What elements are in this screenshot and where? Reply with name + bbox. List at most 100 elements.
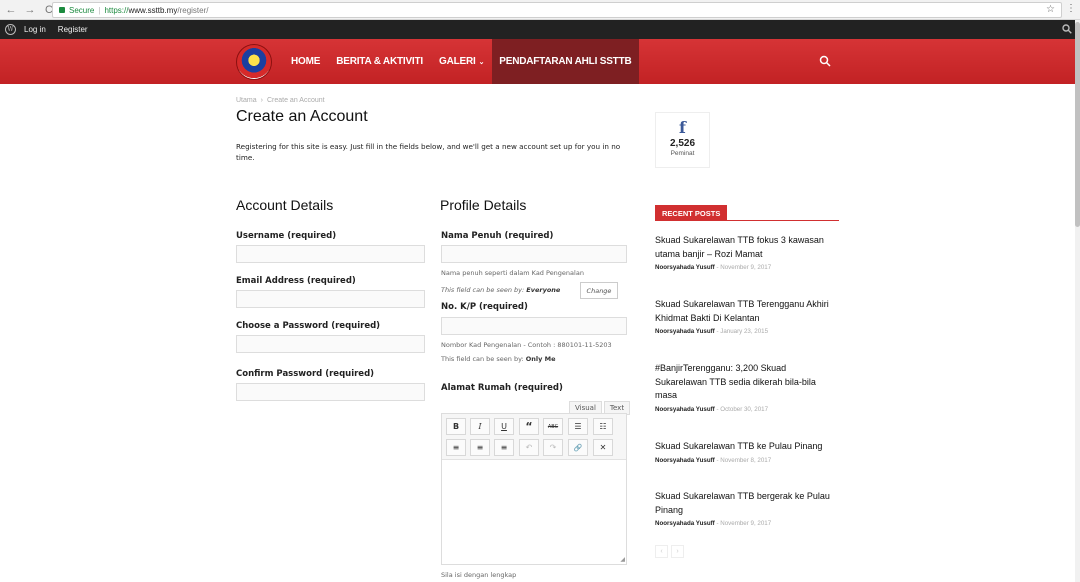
recent-post: Skuad Sukarelawan TTB fokus 3 kawasan ut… <box>655 234 839 271</box>
recent-post: Skuad Sukarelawan TTB ke Pulau Pinang No… <box>655 440 839 464</box>
login-link[interactable]: Log in <box>24 25 46 34</box>
wordpress-logo-icon[interactable]: W <box>5 24 16 35</box>
account-details-heading: Account Details <box>236 197 334 213</box>
post-author[interactable]: Noorsyahada Yusuff <box>655 520 715 527</box>
menu-item-berita[interactable]: BERITA & AKTIVITI <box>328 39 431 84</box>
post-date-separator: - <box>716 456 719 464</box>
site-logo[interactable] <box>236 44 272 80</box>
recent-post: Skuad Sukarelawan TTB Terengganu Akhiri … <box>655 298 839 335</box>
breadcrumb-home[interactable]: Utama <box>236 97 257 104</box>
admin-search-icon[interactable] <box>1062 24 1072 34</box>
username-input[interactable] <box>236 245 425 263</box>
fullname-label: Nama Penuh (required) <box>441 231 554 241</box>
post-date-separator: - <box>716 328 719 335</box>
align-right-icon[interactable]: ≡ <box>494 439 514 456</box>
breadcrumb-current: Create an Account <box>266 97 325 104</box>
underline-icon[interactable]: U <box>494 418 514 435</box>
post-author[interactable]: Noorsyahada Yusuff <box>655 264 715 271</box>
visibility-value: Only Me <box>525 355 556 363</box>
post-date-separator: - <box>716 405 719 413</box>
ic-number-input[interactable] <box>441 317 627 335</box>
bold-icon[interactable]: B <box>446 418 466 435</box>
change-visibility-button[interactable]: Change <box>580 282 618 299</box>
facebook-count: 2,526 <box>669 138 696 149</box>
post-date: November 8, 2017 <box>720 456 772 464</box>
bulleted-list-icon[interactable]: ☰ <box>568 418 588 435</box>
post-meta: Noorsyahada Yusuff - October 30, 2017 <box>655 406 839 413</box>
address-bar[interactable]: Secure | https:// www.ssttb.my /register… <box>52 2 1062 18</box>
recent-posts-divider <box>655 220 839 221</box>
strikethrough-icon[interactable]: ABC <box>543 418 563 435</box>
undo-icon[interactable]: ↶ <box>519 439 539 456</box>
post-title-link[interactable]: Skuad Sukarelawan TTB bergerak ke Pulau … <box>655 490 839 517</box>
confirm-password-label: Confirm Password (required) <box>236 369 375 379</box>
visibility-value: Everyone <box>526 286 561 294</box>
menu-label: PENDAFTARAN AHLI SSTTB <box>499 56 632 67</box>
post-date: November 9, 2017 <box>720 520 772 527</box>
secure-label: Secure <box>69 5 95 15</box>
blockquote-icon[interactable]: “ <box>519 418 539 435</box>
post-author[interactable]: Noorsyahada Yusuff <box>655 406 715 413</box>
facebook-icon: f <box>679 118 686 137</box>
password-input[interactable] <box>236 335 425 353</box>
chevron-down-icon: ⌄ <box>478 58 485 66</box>
facebook-widget[interactable]: f 2,526 Peminat <box>655 112 710 168</box>
back-icon[interactable]: ← <box>3 2 19 18</box>
post-title-link[interactable]: Skuad Sukarelawan TTB Terengganu Akhiri … <box>655 298 839 325</box>
address-editor[interactable]: B I U “ ABC ☰ ☷ ≡ ≡ ≡ ↶ ↷ 🔗 ✕ ◢ <box>441 413 627 565</box>
password-label: Choose a Password (required) <box>236 321 381 331</box>
next-page-button[interactable]: › <box>671 545 684 558</box>
browser-menu-icon[interactable]: ⋮ <box>1066 3 1076 14</box>
intro-text: Registering for this site is easy. Just … <box>236 142 621 162</box>
url-path: /register/ <box>177 5 209 15</box>
redo-icon[interactable]: ↷ <box>543 439 563 456</box>
editor-toolbar: B I U “ ABC ☰ ☷ ≡ ≡ ≡ ↶ ↷ 🔗 ✕ <box>442 414 626 460</box>
search-icon[interactable] <box>819 55 831 67</box>
post-title-link[interactable]: #BanjirTerengganu: 3,200 Skuad Sukarelaw… <box>655 362 839 403</box>
post-author[interactable]: Noorsyahada Yusuff <box>655 457 715 464</box>
menu-item-pendaftaran[interactable]: PENDAFTARAN AHLI SSTTB <box>492 39 639 84</box>
align-left-icon[interactable]: ≡ <box>446 439 466 456</box>
menu-item-home[interactable]: HOME <box>283 39 328 84</box>
forward-icon[interactable]: → <box>22 2 38 18</box>
facebook-label: Peminat <box>670 150 695 157</box>
scrollbar-thumb[interactable] <box>1075 22 1080 227</box>
confirm-password-input[interactable] <box>236 383 425 401</box>
post-title-link[interactable]: Skuad Sukarelawan TTB ke Pulau Pinang <box>655 440 839 454</box>
align-center-icon[interactable]: ≡ <box>470 439 490 456</box>
post-author[interactable]: Noorsyahada Yusuff <box>655 328 715 335</box>
ic-number-visibility: This field can be seen by: Only Me <box>441 355 555 363</box>
post-date: January 23, 2015 <box>720 328 769 335</box>
main-menu: HOME BERITA & AKTIVITI GALERI ⌄ PENDAFTAR… <box>283 39 639 84</box>
prev-page-button[interactable]: ‹ <box>655 545 668 558</box>
numbered-list-icon[interactable]: ☷ <box>593 418 613 435</box>
url-host: www.ssttb.my <box>128 5 178 15</box>
ic-number-hint: Nombor Kad Pengenalan - Contoh : 880101-… <box>441 341 612 349</box>
link-icon[interactable]: 🔗 <box>568 439 588 456</box>
fullname-visibility: This field can be seen by: Everyone <box>441 286 560 294</box>
post-meta: Noorsyahada Yusuff - November 8, 2017 <box>655 457 839 464</box>
post-meta: Noorsyahada Yusuff - January 23, 2015 <box>655 328 839 335</box>
menu-label: GALERI <box>438 56 476 67</box>
fullname-input[interactable] <box>441 245 627 263</box>
post-date: November 9, 2017 <box>720 264 772 271</box>
page-title: Create an Account <box>236 108 368 125</box>
profile-details-heading: Profile Details <box>440 197 527 213</box>
post-title-link[interactable]: Skuad Sukarelawan TTB fokus 3 kawasan ut… <box>655 234 839 261</box>
menu-label: HOME <box>291 56 321 67</box>
email-input[interactable] <box>236 290 425 308</box>
post-meta: Noorsyahada Yusuff - November 9, 2017 <box>655 520 839 527</box>
fullscreen-icon[interactable]: ✕ <box>593 439 613 456</box>
post-meta: Noorsyahada Yusuff - November 9, 2017 <box>655 264 839 271</box>
fullname-hint: Nama penuh seperti dalam Kad Pengenalan <box>441 269 584 277</box>
address-hint: Sila isi dengan lengkap <box>441 571 517 579</box>
recent-posts-pager: ‹ › <box>655 545 687 558</box>
menu-item-galeri[interactable]: GALERI ⌄ <box>431 39 492 84</box>
italic-icon[interactable]: I <box>470 418 490 435</box>
resize-handle-icon[interactable]: ◢ <box>620 556 625 563</box>
bookmark-star-icon[interactable]: ☆ <box>1046 4 1055 15</box>
recent-post: #BanjirTerengganu: 3,200 Skuad Sukarelaw… <box>655 362 839 413</box>
recent-post: Skuad Sukarelawan TTB bergerak ke Pulau … <box>655 490 839 527</box>
register-link[interactable]: Register <box>58 25 88 34</box>
wp-admin-bar: W Log in Register <box>0 20 1080 39</box>
